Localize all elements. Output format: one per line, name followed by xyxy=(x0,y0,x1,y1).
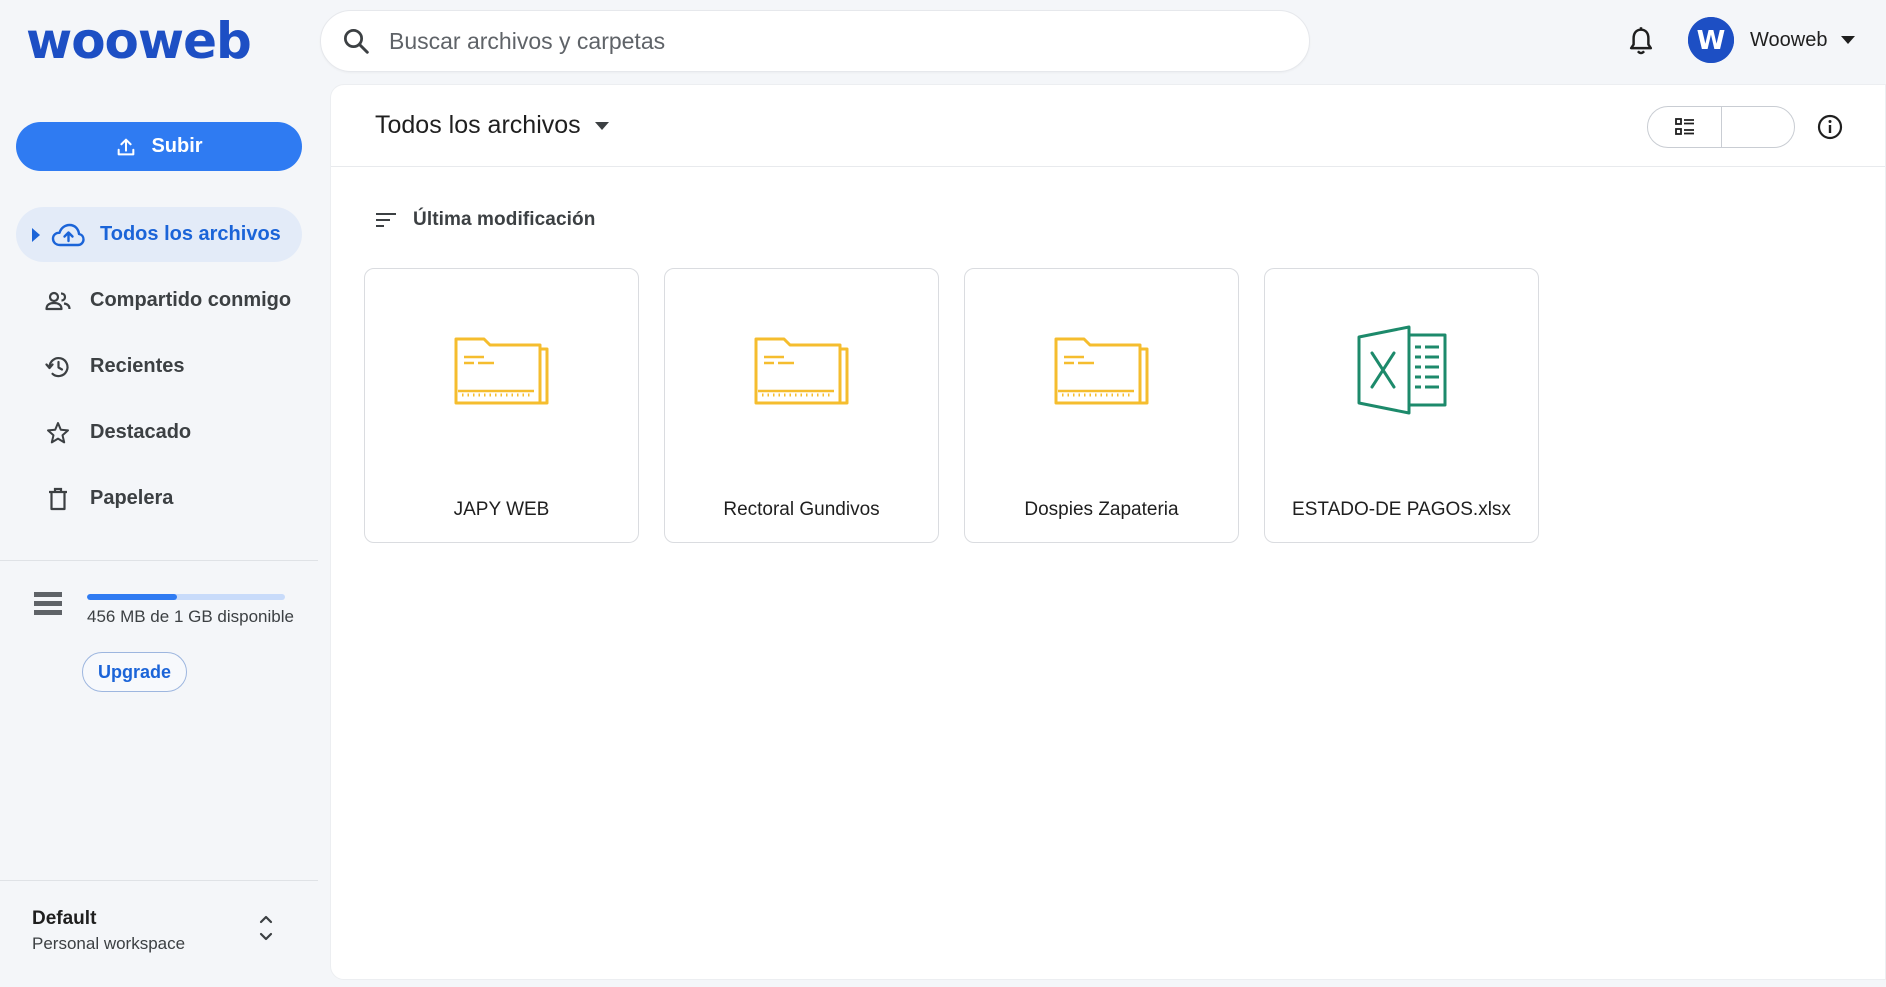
search-icon[interactable] xyxy=(341,26,371,56)
history-icon xyxy=(38,355,78,379)
upload-label: Subir xyxy=(151,135,203,157)
main-panel: Todos los archivos Última modificación J… xyxy=(330,84,1886,980)
wooweb-logo[interactable]: wooweb xyxy=(26,8,258,78)
file-name: Rectoral Gundivos xyxy=(723,499,880,520)
file-name: JAPY WEB xyxy=(453,499,550,520)
file-card[interactable]: Dospies Zapateria xyxy=(964,268,1239,543)
storage-text: 456 MB de 1 GB disponible xyxy=(87,607,294,626)
workspace-selector[interactable]: Default Personal workspace xyxy=(32,908,185,954)
search-input[interactable] xyxy=(389,27,1249,55)
file-card[interactable]: ESTADO-DE PAGOS.xlsx xyxy=(1264,268,1539,543)
folder-title-dropdown[interactable]: Todos los archivos xyxy=(375,111,609,140)
excel-icon xyxy=(1357,325,1446,415)
sort-icon xyxy=(376,213,396,227)
star-icon xyxy=(38,421,78,445)
storage-progress-bar xyxy=(87,594,285,600)
file-name: ESTADO-DE PAGOS.xlsx xyxy=(1292,499,1511,520)
sidebar-item-trash[interactable]: Papelera xyxy=(16,471,302,526)
sort-selector[interactable]: Última modificación xyxy=(375,209,595,231)
folder-icon xyxy=(454,337,548,405)
search-bar[interactable] xyxy=(320,10,1310,72)
upload-button[interactable]: Subir xyxy=(16,122,302,171)
people-icon xyxy=(38,291,78,311)
file-name: Dospies Zapateria xyxy=(1024,499,1179,520)
workspace-name: Default xyxy=(32,908,97,929)
file-card[interactable]: JAPY WEB xyxy=(364,268,639,543)
logo-wordmark: wooweb xyxy=(26,12,252,70)
sidebar-item-label: Todos los archivos xyxy=(100,223,281,245)
user-name: Wooweb xyxy=(1750,28,1828,51)
list-view-icon xyxy=(1674,118,1694,135)
list-view-button[interactable] xyxy=(1648,107,1722,147)
file-card[interactable]: Rectoral Gundivos xyxy=(664,268,939,543)
cloud-upload-icon xyxy=(50,223,86,247)
workspace-type: Personal workspace xyxy=(32,934,186,953)
info-icon xyxy=(1817,114,1843,140)
unfold-icon xyxy=(259,915,273,941)
sidebar-item-recent[interactable]: Recientes xyxy=(16,339,302,394)
storage-icon xyxy=(34,592,62,616)
sort-label: Última modificación xyxy=(413,209,596,230)
sidebar-item-label: Compartido conmigo xyxy=(90,289,292,311)
sidebar-item-label: Papelera xyxy=(90,487,174,509)
sidebar-item-all-files[interactable]: Todos los archivos xyxy=(16,207,302,262)
folder-icon xyxy=(1054,337,1148,405)
storage-progress-fill xyxy=(87,594,178,600)
svg-text:wooweb: wooweb xyxy=(26,12,251,70)
user-menu[interactable]: W Wooweb xyxy=(1688,17,1856,63)
expand-arrow-icon[interactable] xyxy=(26,227,46,242)
caret-down-icon xyxy=(594,121,609,130)
page-title: Todos los archivos xyxy=(375,111,581,139)
sidebar-divider xyxy=(0,560,318,561)
avatar-w-icon: W xyxy=(1688,17,1734,63)
folder-icon xyxy=(754,337,848,405)
upload-icon xyxy=(118,138,135,155)
sidebar-item-label: Recientes xyxy=(90,355,185,377)
caret-down-icon[interactable] xyxy=(1841,36,1856,44)
sidebar-item-starred[interactable]: Destacado xyxy=(16,405,302,460)
sidebar-item-shared[interactable]: Compartido conmigo xyxy=(16,273,302,328)
sidebar-item-label: Destacado xyxy=(90,421,192,443)
sidebar-divider xyxy=(0,880,318,881)
bell-icon xyxy=(1629,27,1653,55)
view-toggle xyxy=(1647,106,1795,148)
main-header: Todos los archivos xyxy=(331,85,1885,167)
trash-icon xyxy=(38,487,78,511)
info-button[interactable] xyxy=(1817,114,1843,140)
workspace-toggle-button[interactable] xyxy=(258,913,274,943)
notifications-button[interactable] xyxy=(1626,26,1656,58)
file-grid: JAPY WEB Rectoral Gundivos Dospies Zapat… xyxy=(364,268,1539,543)
upgrade-button[interactable]: Upgrade xyxy=(82,652,187,692)
sidebar-nav: Todos los archivos Compartido conmigo Re… xyxy=(16,207,302,537)
avatar[interactable]: W xyxy=(1688,17,1734,63)
svg-text:W: W xyxy=(1697,26,1726,56)
